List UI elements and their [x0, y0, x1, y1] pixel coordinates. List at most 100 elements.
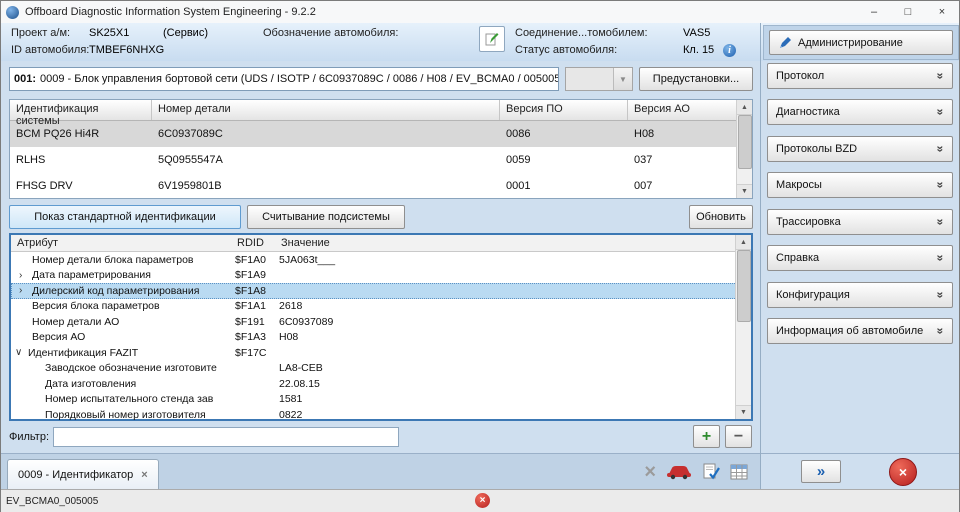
column-header-part-number[interactable]: Номер детали: [152, 100, 500, 120]
column-header-value[interactable]: Значение: [275, 237, 751, 249]
tab-close-icon[interactable]: ×: [141, 469, 147, 481]
chevron-double-down-icon: »: [933, 254, 948, 262]
column-header-sw-version[interactable]: Версия ПО: [500, 100, 628, 120]
cell-sw-version: 0059: [506, 154, 531, 166]
add-button[interactable]: +: [693, 425, 720, 448]
tab-identification[interactable]: 0009 - Идентификатор ×: [7, 459, 159, 489]
sidebar-item-trace[interactable]: Трассировка »: [767, 209, 953, 235]
scroll-up-icon[interactable]: ▲: [737, 100, 752, 115]
system-table-scrollbar[interactable]: ▲ ▼: [736, 100, 752, 198]
sidebar-item-protocol[interactable]: Протокол »: [767, 63, 953, 89]
sidebar-item-diagnostics[interactable]: Диагностика »: [767, 99, 953, 125]
attribute-row[interactable]: Дата изготовления 22.08.15: [11, 376, 751, 392]
clear-icon[interactable]: ×: [644, 462, 656, 482]
attribute-row[interactable]: Номер детали блока параметров $F1A0 5JA0…: [11, 252, 751, 268]
attribute-row[interactable]: Номер испытательного стенда зав 1581: [11, 392, 751, 408]
cell-hw-version: H08: [634, 128, 655, 140]
attribute-row[interactable]: Порядковый номер изготовителя 0822: [11, 407, 751, 423]
attribute-name: Номер испытательного стенда зав: [45, 393, 214, 406]
vehicle-icon[interactable]: [666, 464, 692, 480]
system-table-row[interactable]: RLHS 5Q0955547A 0059 037: [10, 147, 752, 173]
scrollbar-thumb[interactable]: [738, 115, 752, 169]
sidebar-item-vehicle-info[interactable]: Информация об автомобиле »: [767, 318, 953, 344]
project-mode: (Сервис): [163, 27, 208, 39]
attribute-name: Номер детали блока параметров: [32, 253, 194, 266]
scroll-down-icon[interactable]: ▼: [737, 184, 752, 198]
show-standard-identification-button[interactable]: Показ стандартной идентификации: [9, 205, 241, 229]
refresh-button[interactable]: Обновить: [689, 205, 753, 229]
app-icon: [6, 5, 19, 19]
variant-dropdown[interactable]: ▼: [565, 67, 633, 91]
grid-table-icon[interactable]: [730, 464, 748, 480]
scroll-up-icon[interactable]: ▲: [736, 235, 751, 250]
attribute-row[interactable]: Версия АО $F1A3 H08: [11, 330, 751, 346]
tab-bar: 0009 - Идентификатор × ×: [1, 453, 760, 490]
sidebar-item-macros[interactable]: Макросы »: [767, 172, 953, 198]
admin-panel: Администрирование: [763, 25, 959, 60]
attribute-table-header: Атрибут RDID Значение: [11, 235, 751, 252]
document-check-icon[interactable]: [702, 463, 720, 481]
attribute-value: H08: [279, 331, 299, 344]
filter-input[interactable]: [53, 427, 399, 447]
designation-label: Обозначение автомобиля:: [263, 27, 399, 39]
maximize-button[interactable]: □: [891, 1, 925, 23]
attribute-rdid: $F1A8: [235, 284, 266, 297]
administration-label: Администрирование: [798, 36, 903, 49]
sidebar-item-label: Справка: [776, 252, 820, 264]
chevron-double-down-icon: »: [933, 181, 948, 189]
column-header-hw-version[interactable]: Версия АО: [628, 100, 736, 120]
column-header-system[interactable]: Идентификация системы: [10, 100, 152, 127]
info-icon[interactable]: i: [723, 44, 736, 57]
close-button[interactable]: ×: [925, 1, 959, 23]
control-unit-title: 0009 - Блок управления бортовой сети (UD…: [40, 73, 559, 85]
administration-button[interactable]: Администрирование: [769, 30, 953, 55]
attribute-row[interactable]: Номер детали АО $F191 6C0937089: [11, 314, 751, 330]
sidebar-item-bzd-protocols[interactable]: Протоколы BZD »: [767, 136, 953, 162]
collapse-icon[interactable]: ∨: [15, 347, 28, 358]
attribute-table-scrollbar[interactable]: ▲ ▼: [735, 235, 751, 419]
system-identification-table: Идентификация системы Номер детали Верси…: [9, 99, 753, 199]
attribute-row[interactable]: Версия блока параметров $F1A1 2618: [11, 299, 751, 315]
attribute-name: Порядковый номер изготовителя: [45, 408, 206, 421]
project-label: Проект а/м:: [11, 27, 71, 39]
scroll-down-icon[interactable]: ▼: [736, 405, 751, 419]
attribute-row-selected[interactable]: › Дилерский код параметрирования $F1A8: [11, 283, 751, 299]
sidebar-item-configuration[interactable]: Конфигурация »: [767, 282, 953, 308]
chevron-double-down-icon: »: [933, 72, 948, 80]
status-error-icon[interactable]: ×: [475, 493, 490, 508]
vehicle-status-value: Кл. 15: [683, 44, 715, 56]
remove-button[interactable]: −: [725, 425, 752, 448]
connection-value: VAS5: [683, 27, 711, 39]
cell-part-number: 5Q0955547A: [158, 154, 223, 166]
attribute-name: Дата изготовления: [45, 377, 137, 390]
expand-icon[interactable]: ›: [19, 285, 32, 296]
minimize-button[interactable]: –: [857, 1, 891, 23]
attribute-name: Заводское обозначение изготовите: [45, 362, 217, 375]
attribute-row[interactable]: Заводское обозначение изготовите LA8-CEB: [11, 361, 751, 377]
read-subsystem-button[interactable]: Считывание подсистемы: [247, 205, 405, 229]
attribute-row-group[interactable]: ∨ Идентификация FAZIT $F17C: [11, 345, 751, 361]
attribute-value: 1581: [279, 393, 303, 406]
cancel-button[interactable]: ×: [889, 458, 917, 486]
system-table-row[interactable]: FHSG DRV 6V1959801B 0001 007: [10, 173, 752, 199]
edit-designation-button[interactable]: [479, 26, 505, 52]
column-header-attribute[interactable]: Атрибут: [11, 237, 231, 249]
continue-button[interactable]: »: [801, 460, 841, 483]
project-value: SK25X1: [89, 27, 130, 39]
control-unit-display: 001: 0009 - Блок управления бортовой сет…: [9, 67, 559, 91]
system-table-row[interactable]: BCM PQ26 Hi4R 6C0937089C 0086 H08: [10, 121, 752, 147]
column-header-rdid[interactable]: RDID: [231, 237, 275, 249]
vehicle-id-label: ID автомобиля:: [11, 44, 90, 56]
sidebar-item-help[interactable]: Справка »: [767, 245, 953, 271]
pencil-icon: [485, 33, 499, 46]
expand-icon[interactable]: ›: [19, 270, 32, 281]
filter-label: Фильтр:: [9, 431, 50, 443]
attribute-row[interactable]: › Дата параметрирования $F1A9: [11, 268, 751, 284]
scrollbar-thumb[interactable]: [737, 250, 751, 322]
presets-button[interactable]: Предустановки...: [639, 67, 753, 91]
sidebar-item-label: Информация об автомобиле: [776, 325, 924, 337]
attribute-rdid: $F1A1: [235, 300, 266, 313]
tab-label: 0009 - Идентификатор: [18, 468, 134, 481]
attribute-value: LA8-CEB: [279, 362, 323, 375]
system-table-header: Идентификация системы Номер детали Верси…: [10, 100, 752, 127]
